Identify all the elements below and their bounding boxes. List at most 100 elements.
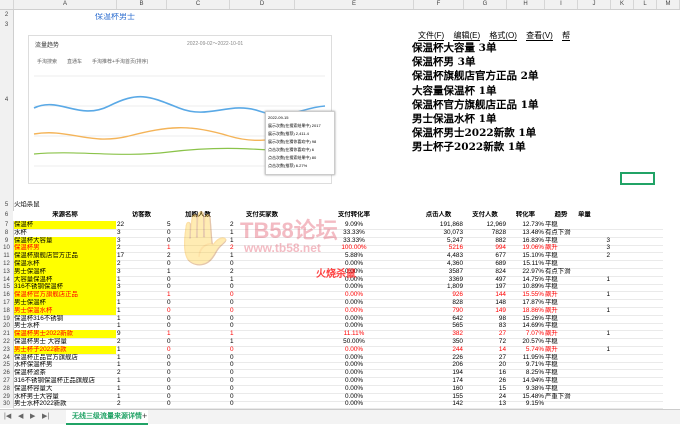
cell-buyers[interactable]: 0 [230, 400, 294, 408]
row-header-4[interactable]: 4 [0, 30, 14, 200]
cell-conv[interactable]: 0.00% [295, 322, 413, 330]
col-header-G[interactable]: G [464, 0, 507, 9]
cell-clicks[interactable]: 3369 [414, 276, 463, 284]
cell-buyers[interactable]: 0 [230, 260, 294, 268]
cell-visitors[interactable]: 2 [117, 369, 166, 377]
cell-pay[interactable]: 689 [464, 260, 506, 268]
cell-source[interactable]: 男士水杯 [14, 322, 116, 330]
col-header-H[interactable]: H [507, 0, 545, 9]
cell-cart[interactable]: 0 [167, 307, 229, 315]
cell-visitors[interactable]: 1 [117, 276, 166, 284]
cell-conv[interactable]: 0.00% [295, 346, 413, 354]
cell-source[interactable]: 大容量保温杯 [14, 275, 116, 284]
selected-cell[interactable] [620, 172, 655, 185]
cell-rate[interactable]: 12.73% [507, 221, 544, 229]
cell-orders[interactable] [578, 221, 610, 229]
col-header-M[interactable]: M [657, 0, 680, 9]
cell-rate[interactable]: 20.57% [507, 338, 544, 346]
cell-trend[interactable]: 飙升 [545, 307, 577, 315]
cell-visitors[interactable]: 1 [117, 307, 166, 315]
cell-rate[interactable]: 9.15% [507, 400, 544, 408]
col-header-B[interactable]: B [117, 0, 167, 9]
cell-trend[interactable]: 有点下滑 [545, 268, 577, 276]
cell-clicks[interactable]: 206 [414, 361, 463, 369]
cell-source[interactable]: 保温杯旗舰店官方正品 [14, 252, 116, 261]
cell-conv[interactable]: 11.11% [295, 330, 413, 338]
cell-trend[interactable]: 平稳 [545, 276, 577, 284]
cell-rate[interactable]: 9.38% [507, 385, 544, 393]
cell-trend[interactable]: 平稳 [545, 338, 577, 346]
cell-trend[interactable]: 飙升 [545, 291, 577, 299]
cell-clicks[interactable]: 3587 [414, 268, 463, 276]
cell-cart[interactable]: 0 [167, 354, 229, 362]
cell-source[interactable]: 保温杯男 [14, 244, 116, 253]
row-header[interactable]: 11 [0, 252, 14, 261]
cell-rate[interactable]: 14.75% [507, 276, 544, 284]
col-header-L[interactable]: L [634, 0, 657, 9]
row-header[interactable]: 8 [0, 228, 14, 237]
row-header[interactable]: 7 [0, 221, 14, 229]
cell-rate[interactable]: 15.48% [507, 393, 544, 401]
cell-pay[interactable]: 144 [464, 291, 506, 299]
cell-source[interactable]: 保温杯316不锈钢 [14, 315, 116, 323]
cell-cart[interactable]: 0 [167, 346, 229, 354]
cell-clicks[interactable]: 30,073 [414, 229, 463, 237]
cell-rate[interactable]: 8.25% [507, 369, 544, 377]
cell-conv[interactable]: 0.00% [295, 307, 413, 315]
notepad-text[interactable]: 保温杯大容量 3单 保温杯男 3单 保温杯旗舰店官方正品 2单 大容量保温杯 1… [412, 41, 538, 155]
cell-visitors[interactable]: 1 [117, 354, 166, 362]
row-header[interactable]: 22 [0, 338, 14, 346]
cell-pay[interactable]: 20 [464, 361, 506, 369]
cell-source[interactable]: 男士保温杯 [14, 299, 116, 307]
col-header-C[interactable]: C [167, 0, 230, 9]
cell-cart[interactable]: 0 [167, 385, 229, 393]
cell-pay[interactable]: 7828 [464, 229, 506, 237]
cell-buyers[interactable]: 0 [230, 283, 294, 291]
cell-orders[interactable] [578, 322, 610, 330]
cell-pay[interactable]: 149 [464, 307, 506, 315]
row-header-6[interactable]: 6 [0, 210, 14, 221]
cell-visitors[interactable]: 3 [117, 229, 166, 237]
cell-cart[interactable]: 0 [167, 361, 229, 369]
col-header-E[interactable]: E [295, 0, 414, 9]
cell-pay[interactable]: 13 [464, 400, 506, 408]
cell-source[interactable]: 316不锈钢保温杯 [14, 283, 116, 292]
col-header-K[interactable]: K [611, 0, 634, 9]
row-header[interactable]: 16 [0, 291, 14, 300]
cell-clicks[interactable]: 155 [414, 393, 463, 401]
cell-trend[interactable]: 平稳 [545, 299, 577, 307]
header-clicks[interactable]: 点击人数 [414, 211, 463, 219]
cell-buyers[interactable]: 0 [230, 322, 294, 330]
cell-visitors[interactable]: 17 [117, 252, 166, 260]
col-header-A[interactable]: A [14, 0, 117, 9]
cell-conv[interactable]: 0.00% [295, 369, 413, 377]
cell-pay[interactable]: 148 [464, 299, 506, 307]
cell-clicks[interactable]: 790 [414, 307, 463, 315]
cell-pay[interactable]: 497 [464, 276, 506, 284]
row-header[interactable]: 24 [0, 353, 14, 362]
cell-conv[interactable]: 0.00% [295, 354, 413, 362]
cell-rate[interactable]: 10.89% [507, 283, 544, 291]
row-header[interactable]: 25 [0, 361, 14, 370]
cell-rate[interactable]: 5.74% [507, 346, 544, 354]
cell-orders[interactable] [578, 393, 610, 401]
cell-orders[interactable]: 3 [578, 244, 610, 252]
row-header[interactable]: 27 [0, 377, 14, 385]
cell-source[interactable]: 保温杯男士2022新款 [14, 330, 116, 339]
cell-cart[interactable]: 0 [167, 322, 229, 330]
cell-buyers[interactable]: 1 [230, 276, 294, 284]
cell-trend[interactable]: 平稳 [545, 315, 577, 323]
cell-pay[interactable]: 882 [464, 237, 506, 245]
cell-buyers[interactable]: 0 [230, 385, 294, 393]
cell-source[interactable]: 男士保温杯 [14, 267, 116, 276]
cell-source[interactable]: 保温杯滤茶 [14, 369, 116, 377]
menu-file[interactable]: 文件(F) [418, 31, 445, 41]
cell-cart[interactable]: 0 [167, 315, 229, 323]
cell-trend[interactable]: 平稳 [545, 354, 577, 362]
menu-format[interactable]: 格式(O) [489, 31, 517, 41]
row-header[interactable]: 10 [0, 244, 14, 253]
cell-trend[interactable]: 平稳 [545, 322, 577, 330]
cell-clicks[interactable]: 160 [414, 385, 463, 393]
cell-trend[interactable]: 平稳 [545, 377, 577, 385]
cell-source[interactable]: 保温杯男士 大容量 [14, 338, 116, 346]
